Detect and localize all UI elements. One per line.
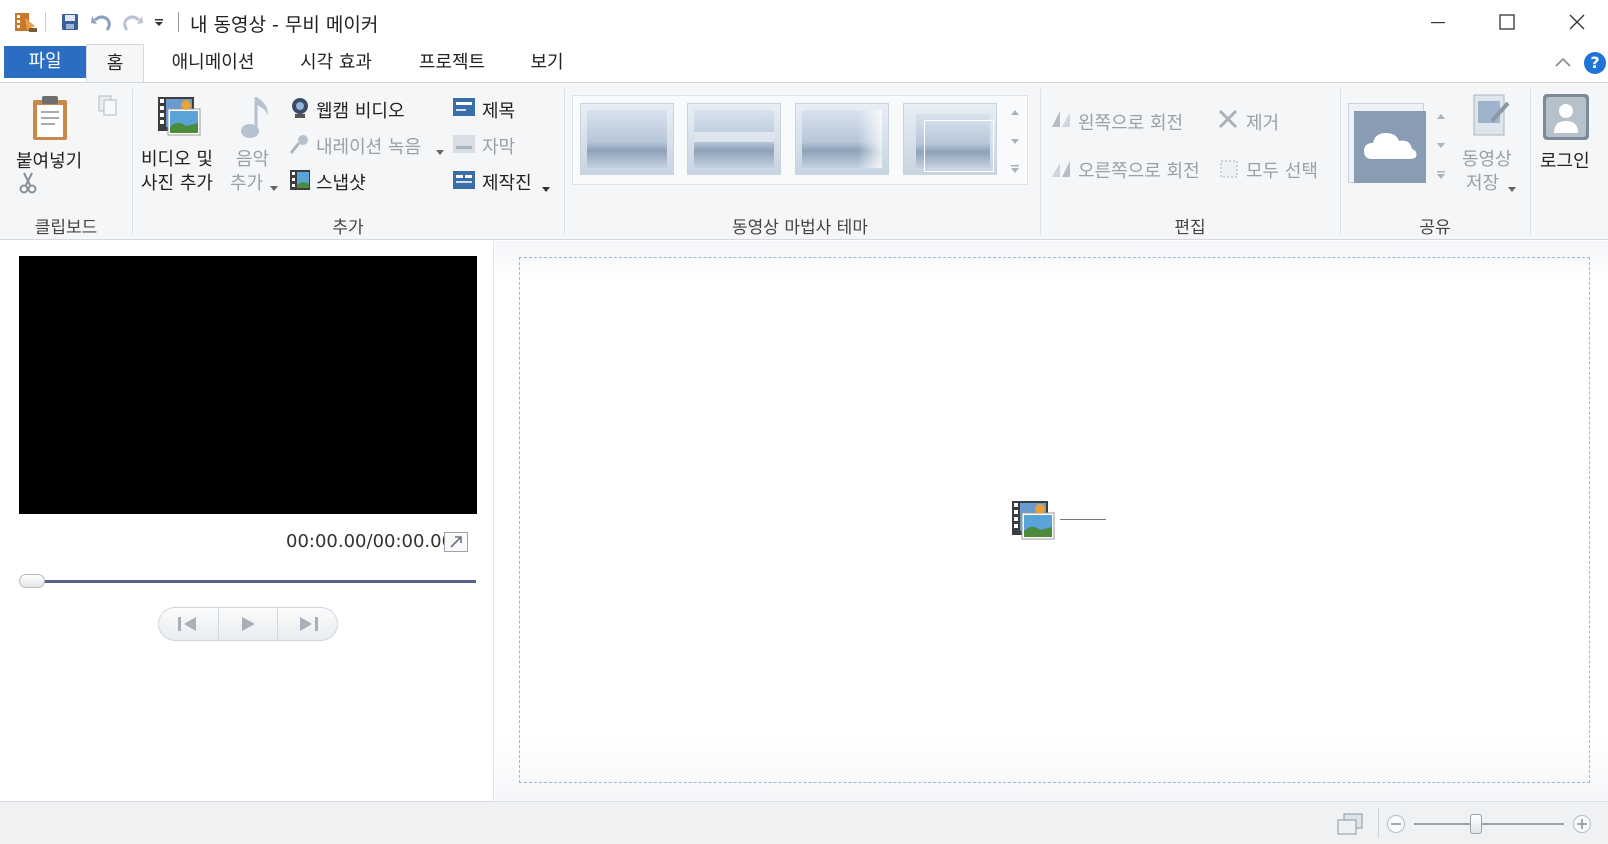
tab-home[interactable]: 홈 bbox=[86, 44, 144, 83]
music-note-icon[interactable] bbox=[238, 93, 274, 145]
rotate-left-icon[interactable] bbox=[1050, 109, 1072, 133]
tab-view[interactable]: 보기 bbox=[522, 44, 572, 82]
group-label-clipboard: 클립보드 bbox=[34, 218, 98, 238]
save-movie-dropdown-icon[interactable] bbox=[1508, 178, 1516, 197]
theme-thumbnail[interactable] bbox=[903, 103, 997, 175]
playback-controls bbox=[158, 607, 338, 641]
onedrive-cloud-icon[interactable] bbox=[1354, 111, 1426, 187]
record-narration-button[interactable]: 내레이션 녹음 bbox=[316, 133, 421, 159]
dropdown-arrow-icon[interactable] bbox=[270, 177, 278, 196]
copy-icon[interactable] bbox=[98, 95, 118, 121]
add-credits-button[interactable]: 제작진 bbox=[482, 169, 532, 195]
add-caption-button[interactable]: 자막 bbox=[482, 133, 515, 159]
remove-button[interactable]: 제거 bbox=[1246, 109, 1279, 135]
status-bar bbox=[0, 801, 1608, 844]
seek-bar[interactable] bbox=[44, 580, 476, 583]
zoom-slider-track[interactable] bbox=[1414, 823, 1564, 825]
select-all-icon[interactable] bbox=[1219, 159, 1239, 183]
gallery-scroll-down-icon[interactable] bbox=[1010, 131, 1020, 150]
group-label-share: 공유 bbox=[1419, 218, 1451, 238]
sign-in-button[interactable]: 로그인 bbox=[1540, 147, 1590, 173]
user-account-icon[interactable] bbox=[1542, 93, 1590, 145]
paste-button[interactable]: 붙여넣기 bbox=[16, 147, 82, 173]
seek-handle[interactable] bbox=[19, 574, 45, 588]
tab-project[interactable]: 프로젝트 bbox=[406, 44, 498, 82]
customize-quick-access-icon[interactable] bbox=[150, 10, 168, 34]
redo-icon[interactable] bbox=[120, 10, 146, 34]
credits-dropdown-icon[interactable] bbox=[542, 178, 550, 197]
add-media-hint-text bbox=[1060, 519, 1106, 520]
caption-icon[interactable] bbox=[452, 134, 476, 158]
movie-maker-app-icon bbox=[12, 10, 40, 34]
zoom-in-icon[interactable] bbox=[1572, 814, 1592, 838]
snapshot-icon[interactable] bbox=[289, 169, 311, 195]
fullscreen-icon[interactable] bbox=[444, 532, 468, 552]
gallery-expand-icon[interactable] bbox=[1010, 159, 1020, 178]
webcam-video-button[interactable]: 웹캠 비디오 bbox=[316, 97, 405, 123]
ribbon-tab-bar: 파일 홈 애니메이션 시각 효과 프로젝트 보기 ? bbox=[0, 44, 1608, 83]
preview-pane: 00:00.00/00:00.00 bbox=[0, 241, 494, 801]
save-movie-line2[interactable]: 저장 bbox=[1466, 169, 1499, 195]
cut-icon[interactable] bbox=[18, 171, 38, 199]
save-movie-line1[interactable]: 동영상 bbox=[1462, 145, 1512, 171]
webcam-icon[interactable] bbox=[290, 97, 310, 123]
credits-icon[interactable] bbox=[452, 170, 476, 194]
title-divider bbox=[178, 12, 179, 32]
group-label-add: 추가 bbox=[332, 218, 364, 238]
minimize-ribbon-icon[interactable] bbox=[1554, 54, 1572, 73]
select-all-button[interactable]: 모두 선택 bbox=[1246, 157, 1318, 183]
title-icon[interactable] bbox=[452, 97, 476, 121]
share-scroll-down-icon[interactable] bbox=[1436, 135, 1446, 154]
narration-dropdown-icon[interactable] bbox=[436, 141, 444, 160]
add-music-line2[interactable]: 추가 bbox=[230, 169, 263, 195]
tab-animations[interactable]: 애니메이션 bbox=[158, 44, 268, 82]
group-separator bbox=[1530, 89, 1531, 235]
close-button[interactable] bbox=[1554, 0, 1600, 44]
remove-icon[interactable] bbox=[1218, 109, 1238, 133]
zoom-out-icon[interactable] bbox=[1386, 814, 1406, 838]
timecode-display: 00:00.00/00:00.00 bbox=[286, 531, 454, 552]
add-videos-photos-line1[interactable]: 비디오 및 bbox=[141, 145, 213, 171]
tab-file[interactable]: 파일 bbox=[4, 46, 86, 78]
ribbon-home: 붙여넣기 클립보드 비디오 및 사진 추가 음악 추가 웹캠 비디오 내레이션 … bbox=[0, 82, 1608, 240]
previous-frame-button[interactable] bbox=[159, 608, 219, 640]
undo-icon[interactable] bbox=[88, 10, 114, 34]
title-bar: 내 동영상 - 무비 메이커 bbox=[0, 0, 1608, 44]
paste-icon[interactable] bbox=[30, 95, 72, 145]
rotate-right-icon[interactable] bbox=[1050, 159, 1072, 183]
theme-thumbnail[interactable] bbox=[580, 103, 674, 175]
tab-visual-effects[interactable]: 시각 효과 bbox=[290, 44, 382, 82]
theme-thumbnail[interactable] bbox=[687, 103, 781, 175]
share-scroll-up-icon[interactable] bbox=[1436, 105, 1446, 124]
rotate-left-button[interactable]: 왼쪽으로 회전 bbox=[1078, 109, 1183, 135]
add-videos-photos-line2[interactable]: 사진 추가 bbox=[141, 169, 213, 195]
add-music-line1[interactable]: 음악 bbox=[236, 145, 269, 171]
save-movie-icon[interactable] bbox=[1470, 93, 1512, 143]
video-preview bbox=[19, 256, 477, 514]
minimize-button[interactable] bbox=[1415, 0, 1461, 44]
maximize-button[interactable] bbox=[1484, 0, 1530, 44]
save-icon[interactable] bbox=[58, 10, 82, 34]
window-title: 내 동영상 - 무비 메이커 bbox=[190, 14, 379, 36]
toolbar-divider bbox=[45, 12, 46, 32]
add-videos-photos-icon[interactable] bbox=[156, 93, 202, 143]
storyboard-view-icon[interactable] bbox=[1336, 812, 1364, 840]
share-expand-icon[interactable] bbox=[1436, 165, 1446, 184]
rotate-right-button[interactable]: 오른쪽으로 회전 bbox=[1078, 157, 1200, 183]
add-title-button[interactable]: 제목 bbox=[482, 97, 515, 123]
microphone-icon[interactable] bbox=[288, 134, 310, 160]
zoom-slider-handle[interactable] bbox=[1470, 814, 1482, 834]
help-icon[interactable]: ? bbox=[1584, 52, 1606, 74]
snapshot-button[interactable]: 스냅샷 bbox=[316, 169, 366, 195]
group-label-editing: 편집 bbox=[1174, 218, 1206, 238]
group-label-themes: 동영상 마법사 테마 bbox=[732, 218, 868, 238]
gallery-scroll-up-icon[interactable] bbox=[1010, 101, 1020, 120]
add-media-hint-icon[interactable] bbox=[1010, 497, 1056, 547]
next-frame-button[interactable] bbox=[278, 608, 337, 640]
play-button[interactable] bbox=[219, 608, 279, 640]
theme-thumbnail[interactable] bbox=[795, 103, 889, 175]
status-divider bbox=[1378, 808, 1379, 838]
